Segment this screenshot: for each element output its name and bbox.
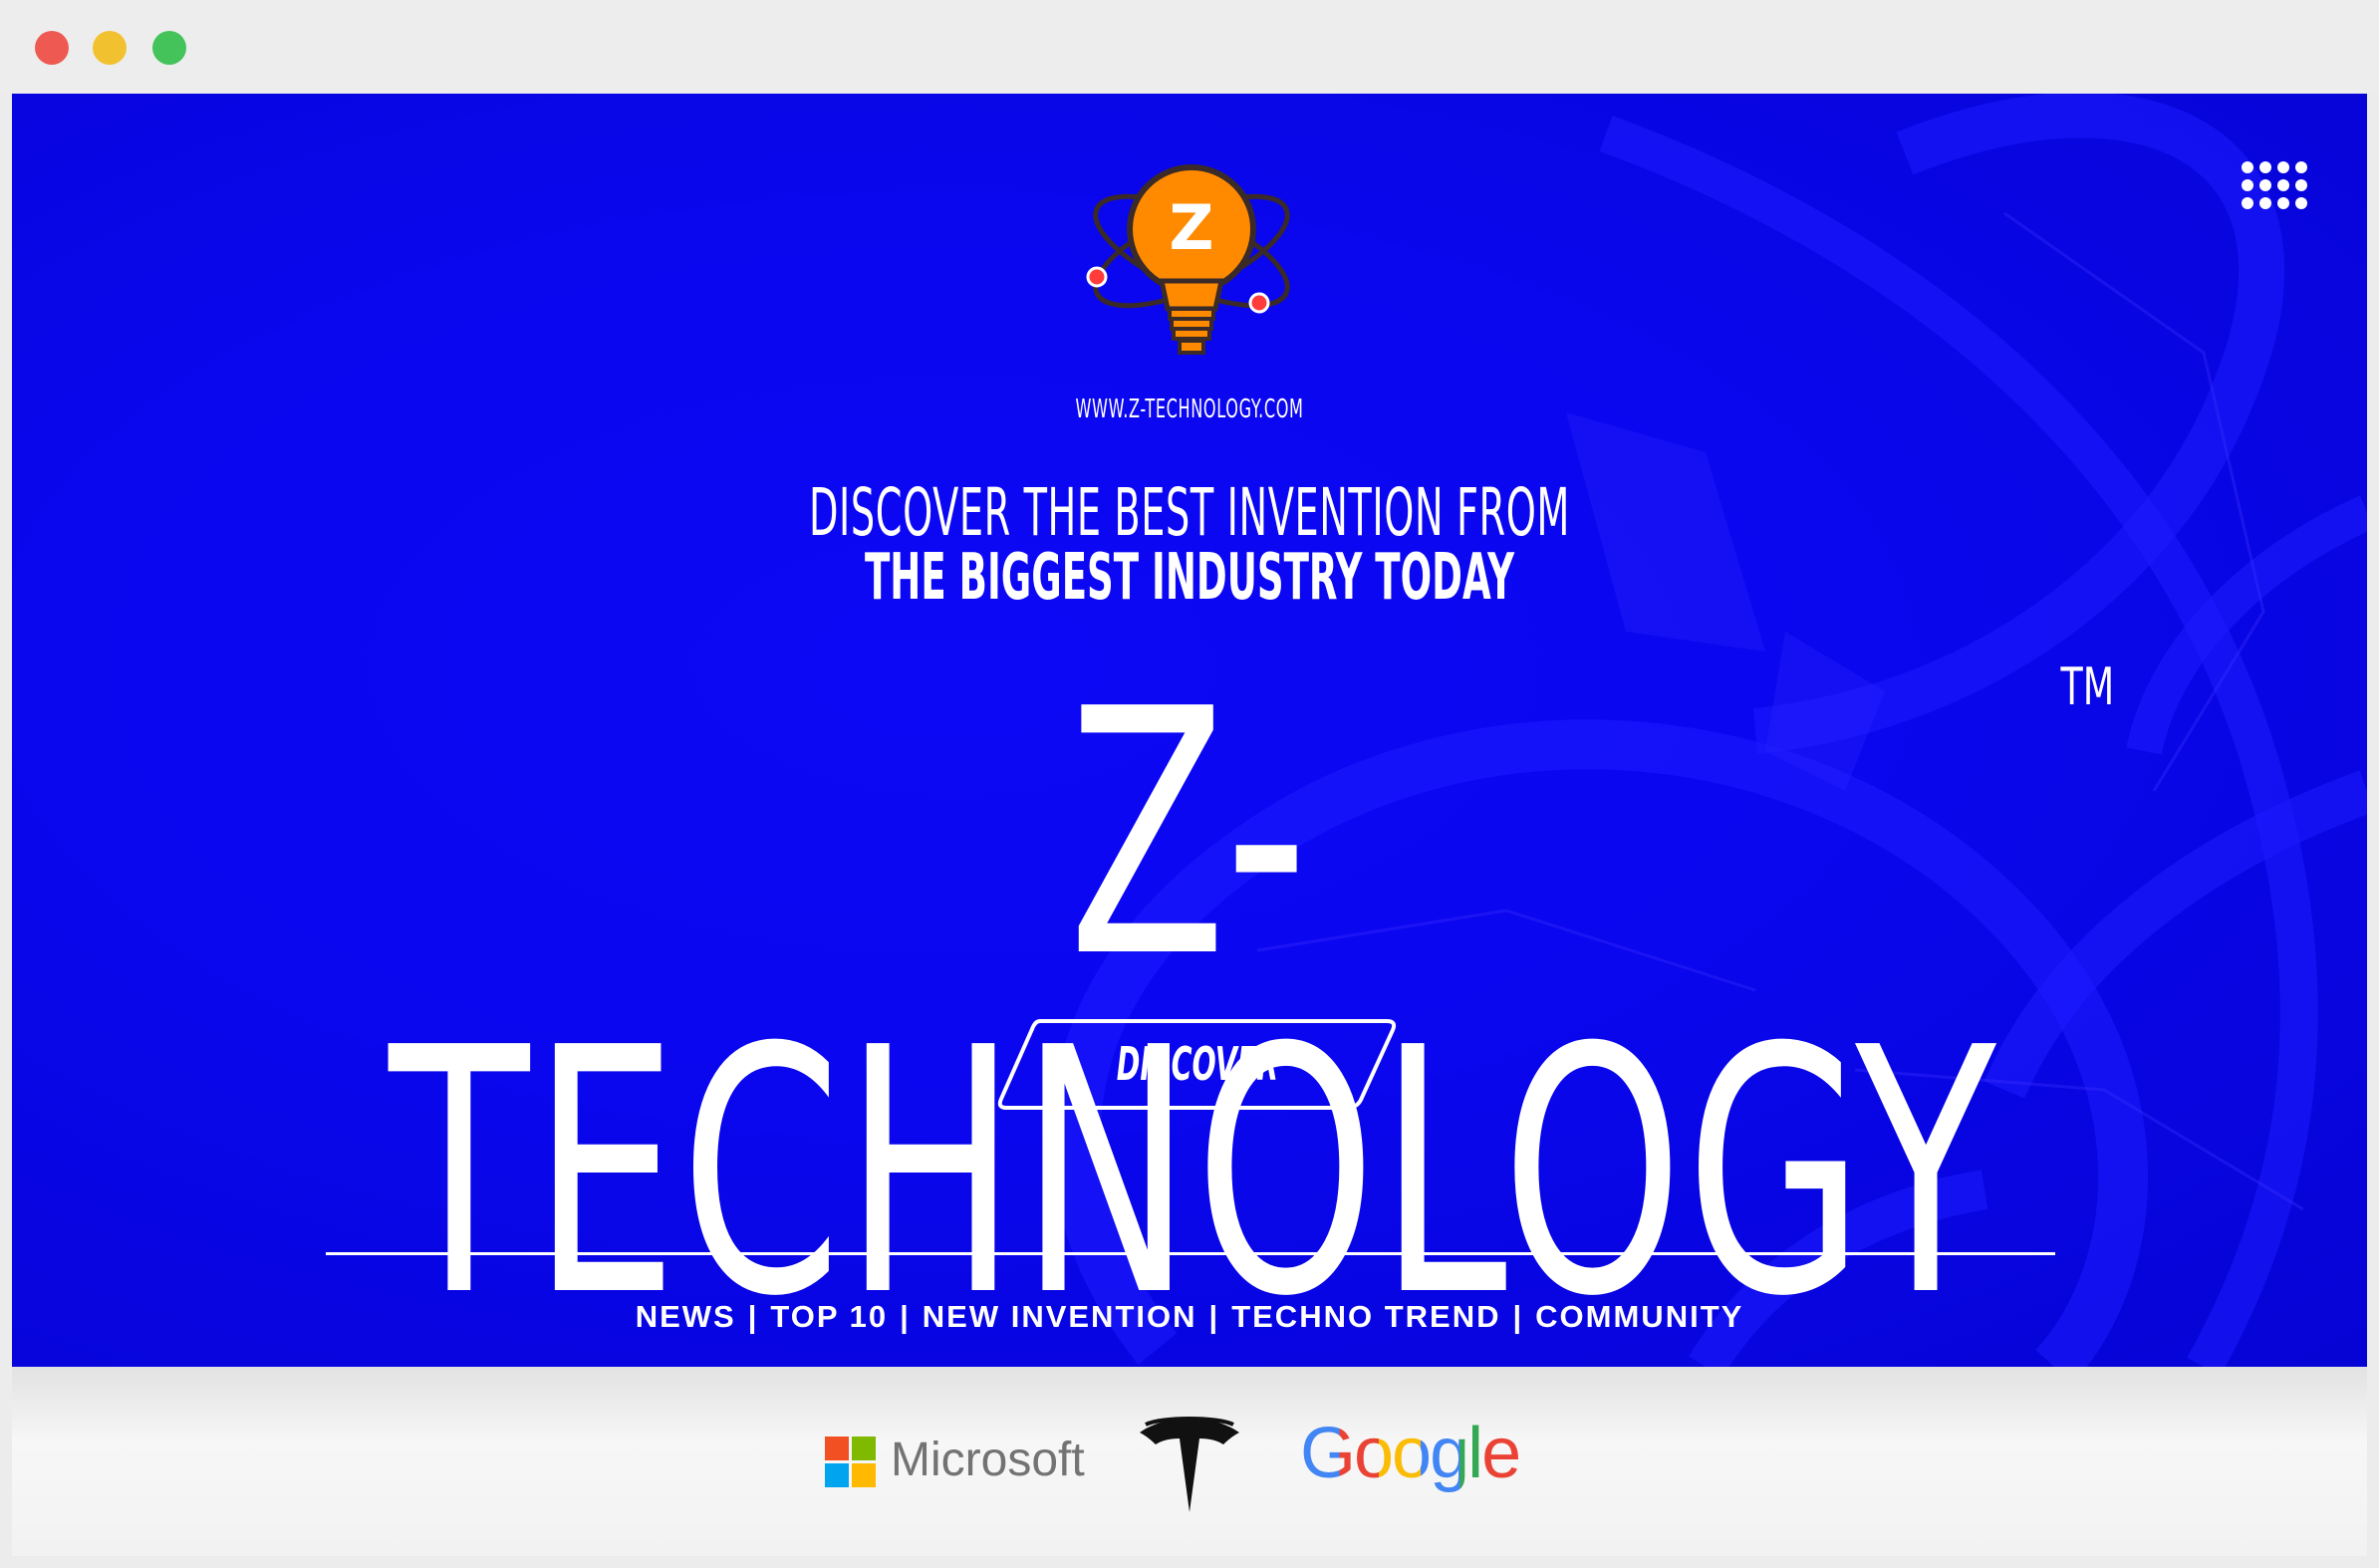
nav-top-10[interactable]: TOP 10 (770, 1299, 888, 1334)
tagline-line2: THE BIGGEST INDUSTRY TODAY (864, 541, 1515, 615)
nav-separator: | (747, 1299, 759, 1334)
window-minimize-button[interactable] (93, 31, 127, 65)
microsoft-square-green (852, 1437, 876, 1460)
site-url: WWW.Z-TECHNOLOGY.COM (1075, 394, 1304, 424)
microsoft-square-yellow (852, 1463, 876, 1487)
discover-button-label: DISCOVER (1116, 1037, 1279, 1091)
main-nav: NEWS | TOP 10 | NEW INVENTION | TECHNO TREND | C… (12, 1299, 2367, 1335)
tagline-line1: DISCOVER THE BEST INVENTION FROM (808, 474, 1571, 551)
trademark-symbol: TM (2060, 657, 2115, 717)
logo-letter: Z (1170, 191, 1214, 264)
nav-new-invention[interactable]: NEW INVENTION (923, 1299, 1197, 1334)
partner-logos-bar: Microsoft Google (12, 1367, 2367, 1556)
microsoft-wordmark: Microsoft (891, 1434, 1085, 1486)
lightbulb-atom-logo[interactable]: Z (1082, 151, 1301, 381)
nav-news[interactable]: NEWS (636, 1299, 736, 1334)
microsoft-square-blue (825, 1463, 849, 1487)
divider-line (326, 1252, 2055, 1255)
google-wordmark: Google (1300, 1414, 1521, 1493)
discover-button[interactable]: DISCOVER (996, 1018, 1399, 1110)
browser-chrome (0, 0, 2379, 94)
nav-separator: | (1208, 1299, 1220, 1334)
window-maximize-button[interactable] (152, 31, 186, 65)
nav-separator: | (1512, 1299, 1524, 1334)
brand-title: Z-TECHNOLOGY (389, 638, 1999, 1367)
tesla-logo[interactable] (1140, 1417, 1239, 1512)
hero-section: Z WWW.Z-TECHNOLOGY.COM DISCOVER THE BEST… (12, 94, 2367, 1367)
grid-menu-icon[interactable] (2242, 161, 2309, 229)
nav-separator: | (900, 1299, 911, 1334)
nav-techno-trend[interactable]: TECHNO TREND (1231, 1299, 1500, 1334)
nav-community[interactable]: COMMUNITY (1535, 1299, 1743, 1334)
google-logo[interactable]: Google (1300, 1413, 1521, 1494)
microsoft-square-red (825, 1437, 849, 1460)
window-close-button[interactable] (35, 31, 69, 65)
